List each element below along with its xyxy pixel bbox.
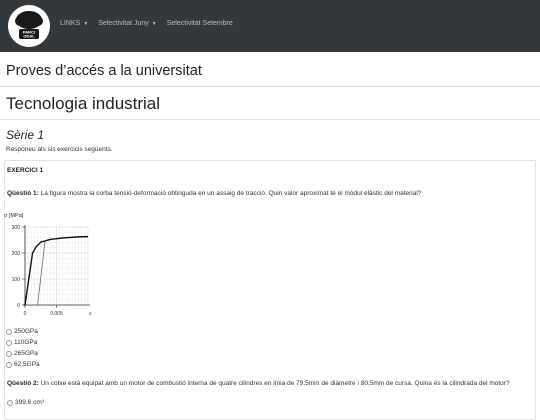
- page-title: Proves d’accés a la universitat: [6, 63, 202, 79]
- instructions-text: Responeu als sis exercicis següents.: [6, 146, 113, 153]
- option-3[interactable]: 265GPa: [6, 348, 40, 359]
- divider: [0, 86, 540, 87]
- option-label: 110GPa: [14, 339, 38, 346]
- y-tick-label: 200: [12, 251, 21, 257]
- subject-title: Tecnologia industrial: [6, 94, 161, 113]
- radio-button[interactable]: [6, 339, 12, 346]
- divider: [0, 119, 540, 120]
- chart-x-ticks: 0 0,005 ε: [24, 305, 92, 317]
- x-tick-label: ε: [89, 311, 92, 317]
- nav-link-selectivitat-juny[interactable]: Selectivitat Juny ▼: [98, 20, 157, 27]
- option-2[interactable]: 110GPa: [6, 337, 40, 348]
- y-tick-label: 0: [17, 303, 20, 309]
- x-tick-label: 0,005: [50, 311, 63, 317]
- radio-button[interactable]: [6, 328, 12, 335]
- question-1-options: 250GPa 110GPa 265GPa 62,5GPa: [6, 326, 40, 370]
- nav-link-label: LINKS: [60, 20, 81, 27]
- option-4[interactable]: 62,5GPa: [6, 359, 40, 370]
- chart-y-ticks: 0 100 200 300: [12, 225, 25, 309]
- question-2: Qüestió 2: Un cotxe està equipat amb un …: [7, 380, 510, 387]
- radio-button[interactable]: [6, 361, 12, 368]
- question-1-label: Qüestió 1:: [7, 190, 39, 197]
- nav-link-selectivitat-setembre[interactable]: Selectivitat Setembre: [167, 20, 233, 27]
- option-label: 265GPa: [14, 350, 38, 357]
- exercise-title: EXERCICI 1: [7, 167, 44, 174]
- option-label: 250GPa: [14, 328, 38, 335]
- y-tick-label: 300: [12, 225, 21, 231]
- nav-link-label: Selectivitat Juny: [98, 20, 149, 27]
- tree-logo-icon: PARCI ODAL: [8, 5, 50, 47]
- nav-links: LINKS ▼ Selectivitat Juny ▼ Selectivitat S…: [60, 20, 233, 27]
- caret-down-icon: ▼: [151, 20, 157, 27]
- x-tick-label: 0: [24, 311, 27, 317]
- question-1: Qüestió 1: La figura mostra la corba ten…: [7, 190, 421, 197]
- nav-link-links[interactable]: LINKS ▼: [60, 20, 88, 27]
- stress-strain-chart: σ [MPa] 0 100 200 300 0 0,005 ε: [4, 213, 92, 317]
- y-tick-label: 100: [12, 277, 21, 283]
- question-1-text: La figura mostra la corba tensió-deforma…: [38, 190, 422, 197]
- radio-button[interactable]: [6, 350, 12, 357]
- series-title: Sèrie 1: [6, 128, 45, 142]
- chart-ylabel: σ [MPa]: [4, 213, 24, 219]
- question-2-text: Un cotxe està equipat amb un motor de co…: [38, 380, 510, 387]
- top-navbar: PARCI ODAL LINKS ▼ Selectivitat Juny ▼ Sel…: [0, 0, 540, 52]
- question-2-label: Qüestió 2:: [7, 380, 39, 387]
- logo-text-2: ODAL: [23, 34, 35, 39]
- nav-link-label: Selectivitat Setembre: [166, 20, 233, 27]
- site-logo[interactable]: PARCI ODAL: [8, 5, 50, 47]
- option-1[interactable]: 250GPa: [6, 326, 40, 337]
- caret-down-icon: ▼: [83, 20, 89, 27]
- option-label: 62,5GPa: [14, 361, 40, 368]
